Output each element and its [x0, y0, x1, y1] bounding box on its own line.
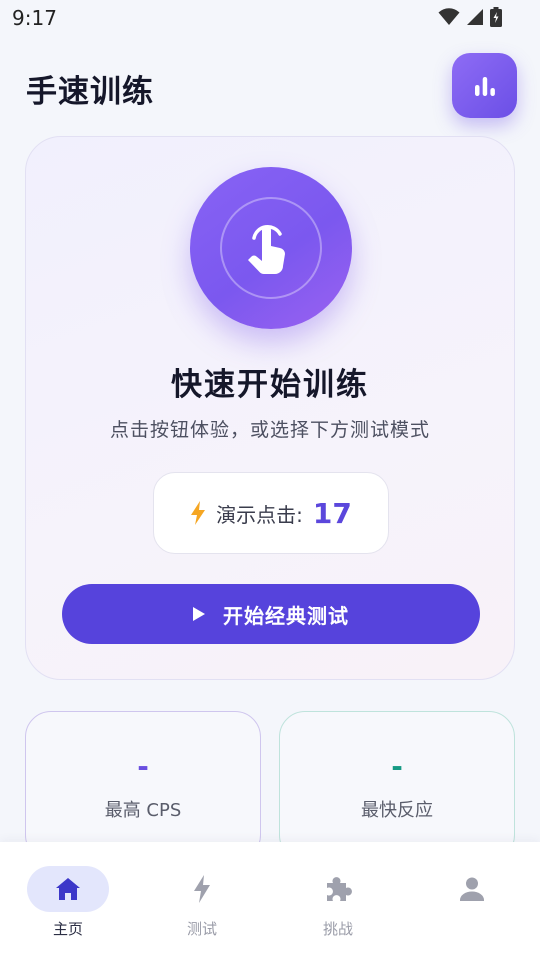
lightning-icon	[194, 875, 210, 903]
nav-item-profile[interactable]	[422, 866, 522, 946]
start-button-label: 开始经典测试	[223, 603, 349, 628]
wifi-icon	[438, 8, 460, 25]
demo-count: 17	[312, 496, 352, 530]
status-time: 9:17	[12, 6, 57, 30]
hero-title: 快速开始训练	[171, 367, 369, 403]
bottom-nav: 主页 测试 挑战	[0, 842, 540, 960]
person-icon	[460, 877, 484, 901]
demo-label: 演示点击:	[216, 502, 303, 527]
quick-start-card: 快速开始训练 点击按钮体验，或选择下方测试模式 演示点击: 17 开始经典测试	[25, 136, 515, 680]
status-bar: 9:17	[0, 0, 540, 36]
home-icon	[56, 878, 80, 900]
best-cps-label: 最高 CPS	[104, 800, 182, 821]
nav-item-home[interactable]: 主页	[18, 866, 118, 946]
lightning-icon	[191, 501, 206, 525]
nav-label-home: 主页	[52, 920, 83, 938]
fastest-reaction-card[interactable]: - 最快反应	[279, 711, 515, 861]
tap-button[interactable]	[190, 167, 352, 329]
start-classic-test-button[interactable]: 开始经典测试	[62, 584, 480, 644]
touch-app-icon	[248, 225, 286, 275]
best-cps-card[interactable]: - 最高 CPS	[25, 711, 261, 861]
puzzle-icon	[327, 877, 352, 901]
nav-item-challenge[interactable]: 挑战	[288, 866, 388, 946]
signal-icon	[467, 9, 483, 25]
bar-chart-icon	[474, 76, 495, 96]
best-cps-value: -	[137, 750, 149, 783]
nav-pill	[161, 866, 243, 912]
tap-ring	[220, 197, 322, 299]
demo-click-counter: 演示点击: 17	[153, 472, 389, 554]
battery-icon	[490, 7, 502, 27]
nav-label-challenge: 挑战	[322, 920, 353, 938]
nav-pill	[27, 866, 109, 912]
hero-subtitle: 点击按钮体验，或选择下方测试模式	[109, 419, 430, 441]
play-icon	[193, 607, 205, 621]
fastest-reaction-value: -	[391, 750, 403, 783]
stats-button[interactable]	[452, 53, 517, 118]
nav-label-test: 测试	[186, 920, 217, 938]
status-icons	[438, 7, 502, 27]
nav-pill	[297, 866, 379, 912]
nav-pill	[431, 866, 513, 912]
nav-item-test[interactable]: 测试	[152, 866, 252, 946]
page-title: 手速训练	[26, 74, 154, 110]
fastest-reaction-label: 最快反应	[361, 800, 433, 821]
